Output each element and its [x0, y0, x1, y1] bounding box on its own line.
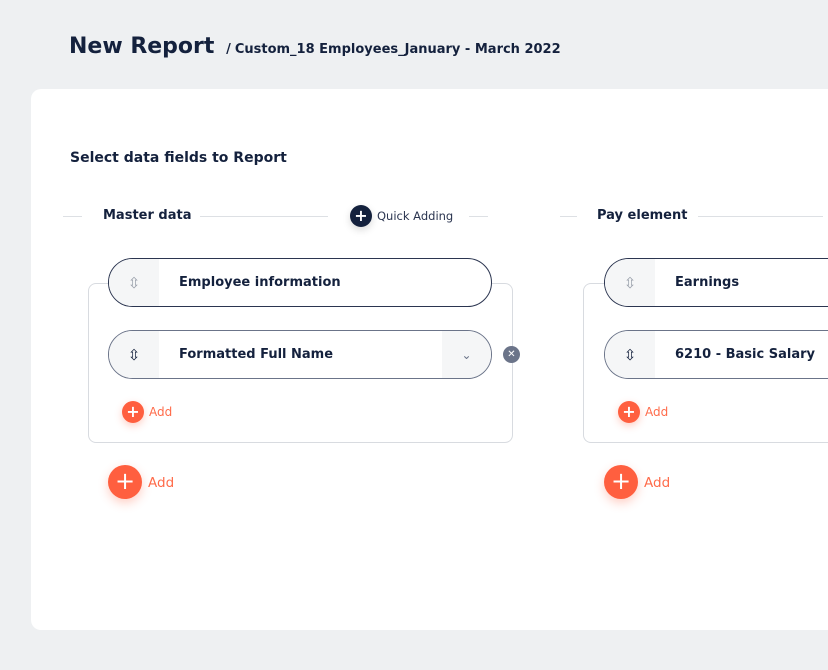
divider — [469, 216, 488, 217]
chevron-down-icon[interactable]: ⌄ — [442, 331, 491, 378]
add-field-button[interactable]: + — [618, 401, 640, 423]
section-heading: Select data fields to Report — [70, 150, 287, 166]
add-field-label[interactable]: Add — [149, 405, 172, 419]
add-group-label[interactable]: Add — [148, 475, 174, 491]
sort-handle-icon[interactable]: ⇳ — [109, 259, 159, 306]
page-title: New Report / Custom_18 Employees_January … — [69, 34, 561, 59]
plus-icon: + — [354, 206, 368, 225]
plus-icon: + — [126, 402, 140, 421]
plus-icon: + — [114, 467, 136, 495]
close-circle-icon[interactable]: ✕ — [503, 346, 520, 363]
sort-handle-icon[interactable]: ⇳ — [109, 331, 159, 378]
plus-icon: + — [610, 467, 632, 495]
add-field-button[interactable]: + — [122, 401, 144, 423]
group-label: Employee information — [179, 275, 341, 290]
group-label: Earnings — [675, 275, 740, 290]
add-group-button[interactable]: + — [604, 465, 638, 499]
field-label: 6210 - Basic Salary — [675, 347, 815, 362]
group-select-employee-information[interactable]: ⇳ Employee information — [108, 258, 492, 307]
field-label: Formatted Full Name — [179, 347, 334, 362]
report-name: Custom_18 Employees_January - March 2022 — [234, 42, 561, 57]
field-select-basic-salary[interactable]: ⇳ 6210 - Basic Salary — [604, 330, 828, 379]
field-select-formatted-full-name[interactable]: ⇳ Formatted Full Name ⌄ — [108, 330, 492, 379]
divider — [698, 216, 823, 217]
divider — [200, 216, 328, 217]
group-select-earnings[interactable]: ⇳ Earnings — [604, 258, 828, 307]
plus-icon: + — [622, 402, 636, 421]
title-text: New Report — [69, 34, 215, 59]
section-title-pay-element: Pay element — [597, 208, 688, 223]
quick-add-label[interactable]: Quick Adding — [377, 209, 453, 223]
quick-add-button[interactable]: + — [350, 205, 372, 227]
sort-handle-icon[interactable]: ⇳ — [605, 259, 655, 306]
add-group-label[interactable]: Add — [644, 475, 670, 491]
add-field-label[interactable]: Add — [645, 405, 668, 419]
divider — [560, 216, 577, 217]
section-title-master-data: Master data — [103, 208, 192, 223]
sort-handle-icon[interactable]: ⇳ — [605, 331, 655, 378]
divider — [63, 216, 82, 217]
separator: / — [226, 42, 231, 57]
add-group-button[interactable]: + — [108, 465, 142, 499]
